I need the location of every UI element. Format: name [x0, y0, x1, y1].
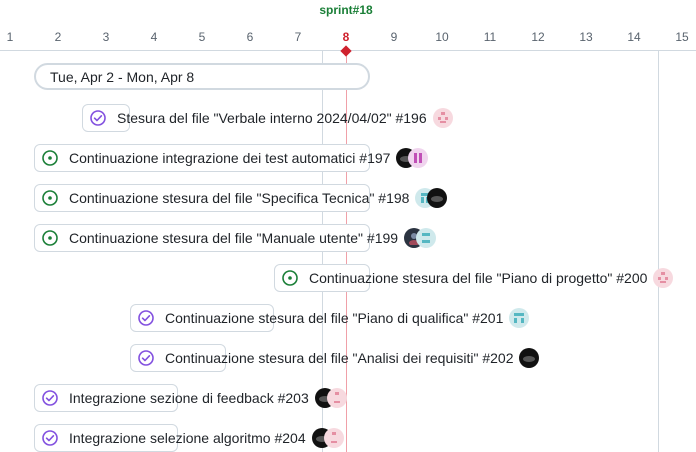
item-title[interactable]: Continuazione stesura del file "Analisi … — [165, 350, 513, 366]
item-title[interactable]: Continuazione stesura del file "Manuale … — [69, 230, 398, 246]
assignees — [311, 428, 344, 448]
item-title[interactable]: Stesura del file "Verbale interno 2024/0… — [117, 110, 427, 126]
open-issue-icon — [41, 189, 59, 207]
roadmap-item-197[interactable]: Continuazione integrazione dei test auto… — [0, 144, 696, 172]
lavender-identicon-avatar[interactable] — [408, 148, 429, 168]
day-tick: 14 — [627, 30, 641, 44]
day-tick: 4 — [150, 30, 158, 44]
item-content: Stesura del file "Verbale interno 2024/0… — [89, 104, 453, 132]
teal-identicon-avatar[interactable] — [416, 228, 437, 248]
roadmap-item-201[interactable]: Continuazione stesura del file "Piano di… — [0, 304, 696, 332]
day-tick: 13 — [579, 30, 593, 44]
assignees — [314, 388, 347, 408]
closed-issue-icon — [41, 389, 59, 407]
item-title[interactable]: Integrazione selezione algoritmo #204 — [69, 430, 306, 446]
assignees — [415, 188, 448, 208]
day-tick: 12 — [531, 30, 545, 44]
open-issue-icon — [41, 149, 59, 167]
assignees — [519, 348, 540, 368]
dark-avatar[interactable] — [519, 348, 540, 368]
item-title[interactable]: Continuazione integrazione dei test auto… — [69, 150, 390, 166]
assignees — [432, 108, 453, 128]
assignees — [404, 228, 437, 248]
closed-issue-icon — [41, 429, 59, 447]
item-content: Continuazione integrazione dei test auto… — [41, 144, 429, 172]
day-tick: 3 — [102, 30, 110, 44]
pink-identicon-avatar[interactable] — [323, 428, 344, 448]
roadmap-item-203[interactable]: Integrazione sezione di feedback #203 — [0, 384, 696, 412]
closed-issue-icon — [89, 109, 107, 127]
assignees — [653, 268, 674, 288]
day-tick: 15 — [675, 30, 689, 44]
roadmap-item-202[interactable]: Continuazione stesura del file "Analisi … — [0, 344, 696, 372]
roadmap-item-204[interactable]: Integrazione selezione algoritmo #204 — [0, 424, 696, 452]
item-title[interactable]: Integrazione sezione di feedback #203 — [69, 390, 309, 406]
item-content: Continuazione stesura del file "Analisi … — [137, 344, 540, 372]
day-tick: 10 — [435, 30, 449, 44]
open-issue-icon — [41, 229, 59, 247]
roadmap-item-196[interactable]: Stesura del file "Verbale interno 2024/0… — [0, 104, 696, 132]
day-tick: 7 — [294, 30, 302, 44]
day-tick: 1 — [6, 30, 14, 44]
day-tick: 6 — [246, 30, 254, 44]
today-tick: 8 — [342, 30, 350, 44]
assignees — [509, 308, 530, 328]
day-tick: 11 — [483, 30, 497, 44]
teal-identicon-avatar[interactable] — [509, 308, 530, 328]
closed-issue-icon — [137, 309, 155, 327]
item-content: Continuazione stesura del file "Piano di… — [137, 304, 530, 332]
closed-issue-icon — [137, 349, 155, 367]
roadmap-item-198[interactable]: Continuazione stesura del file "Specific… — [0, 184, 696, 212]
item-content: Continuazione stesura del file "Manuale … — [41, 224, 437, 252]
day-tick: 9 — [390, 30, 398, 44]
item-title[interactable]: Continuazione stesura del file "Piano di… — [309, 270, 647, 286]
roadmap-item-199[interactable]: Continuazione stesura del file "Manuale … — [0, 224, 696, 252]
day-tick: 5 — [198, 30, 206, 44]
item-content: Continuazione stesura del file "Specific… — [41, 184, 448, 212]
open-issue-icon — [281, 269, 299, 287]
day-tick: 2 — [54, 30, 62, 44]
pink-identicon-avatar[interactable] — [326, 388, 347, 408]
pink-identicon-avatar[interactable] — [653, 268, 674, 288]
item-content: Continuazione stesura del file "Piano di… — [281, 264, 674, 292]
date-range-pill[interactable]: Tue, Apr 2 - Mon, Apr 8 — [34, 63, 370, 90]
pink-identicon-avatar[interactable] — [432, 108, 453, 128]
item-title[interactable]: Continuazione stesura del file "Piano di… — [165, 310, 503, 326]
assignees — [396, 148, 429, 168]
item-title[interactable]: Continuazione stesura del file "Specific… — [69, 190, 409, 206]
item-content: Integrazione sezione di feedback #203 — [41, 384, 347, 412]
roadmap-item-200[interactable]: Continuazione stesura del file "Piano di… — [0, 264, 696, 292]
dark-avatar[interactable] — [427, 188, 448, 208]
item-content: Integrazione selezione algoritmo #204 — [41, 424, 344, 452]
